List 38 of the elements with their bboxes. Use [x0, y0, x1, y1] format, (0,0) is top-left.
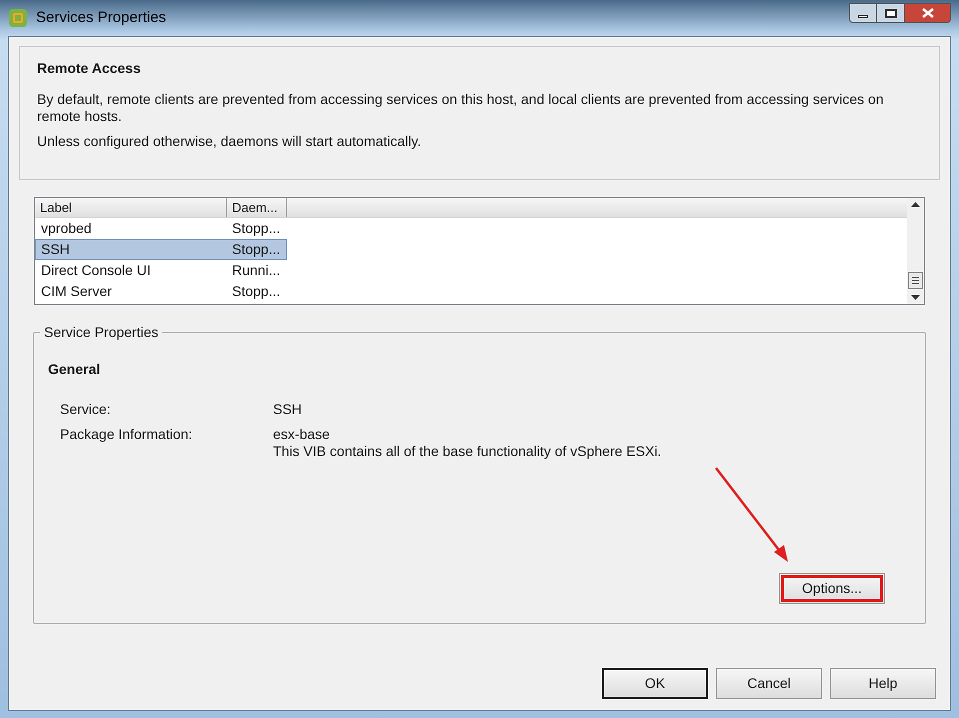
options-button[interactable]: Options... — [779, 573, 885, 604]
table-cell-text: SSH — [40, 240, 71, 259]
column-header[interactable]: Daem... — [227, 198, 287, 217]
dialog-button[interactable]: Cancel — [716, 668, 822, 699]
field-label: Package Information: — [60, 426, 194, 444]
app-icon — [8, 8, 28, 28]
table-cell-text: Stopp... — [231, 219, 282, 238]
minimize-button[interactable] — [849, 3, 877, 23]
section-heading: Remote Access — [37, 59, 142, 78]
group-legend: Service Properties — [40, 324, 162, 341]
scrollbar[interactable] — [907, 198, 924, 304]
description-text: Unless configured otherwise, daemons will start automatically. — [37, 133, 422, 150]
field-value: This VIB contains all of the base functionality of vSphere ESXi. — [273, 443, 662, 460]
scroll-thumb[interactable] — [908, 272, 923, 289]
maximize-button[interactable] — [877, 3, 905, 23]
field-label: Service: — [60, 401, 112, 418]
scroll-up-icon[interactable] — [911, 202, 920, 207]
table-cell-text: Direct Console UI — [40, 261, 152, 280]
dialog-button[interactable]: Help — [830, 668, 936, 699]
close-button[interactable] — [905, 3, 951, 23]
table-row[interactable]: SSH Stopp... — [35, 239, 287, 260]
table-row[interactable]: Direct Console UI Runni... — [35, 260, 287, 281]
table-cell-text: Runni... — [231, 261, 282, 280]
close-icon — [922, 8, 934, 18]
table-row[interactable]: vprobed Stopp... — [35, 218, 287, 239]
field-value: esx-base — [273, 426, 331, 443]
table-cell-text: CIM Server — [40, 282, 113, 301]
dialog-button[interactable]: OK — [602, 668, 708, 699]
table-cell-text: Stopp... — [231, 282, 282, 301]
table-row[interactable]: CIM Server Stopp... — [35, 281, 287, 302]
table-cell-text: vprobed — [40, 219, 93, 238]
general-heading: General — [48, 360, 102, 379]
field-value: SSH — [273, 401, 302, 418]
table-cell-text: Stopp... — [231, 240, 282, 259]
column-header[interactable]: Label — [35, 198, 227, 217]
description-text: By default, remote clients are prevented from accessing services on this host, and local clients are prevented from accessing services on remote hosts. — [37, 91, 885, 125]
scroll-down-icon[interactable] — [911, 295, 920, 300]
window-title: Services Properties — [36, 8, 166, 28]
